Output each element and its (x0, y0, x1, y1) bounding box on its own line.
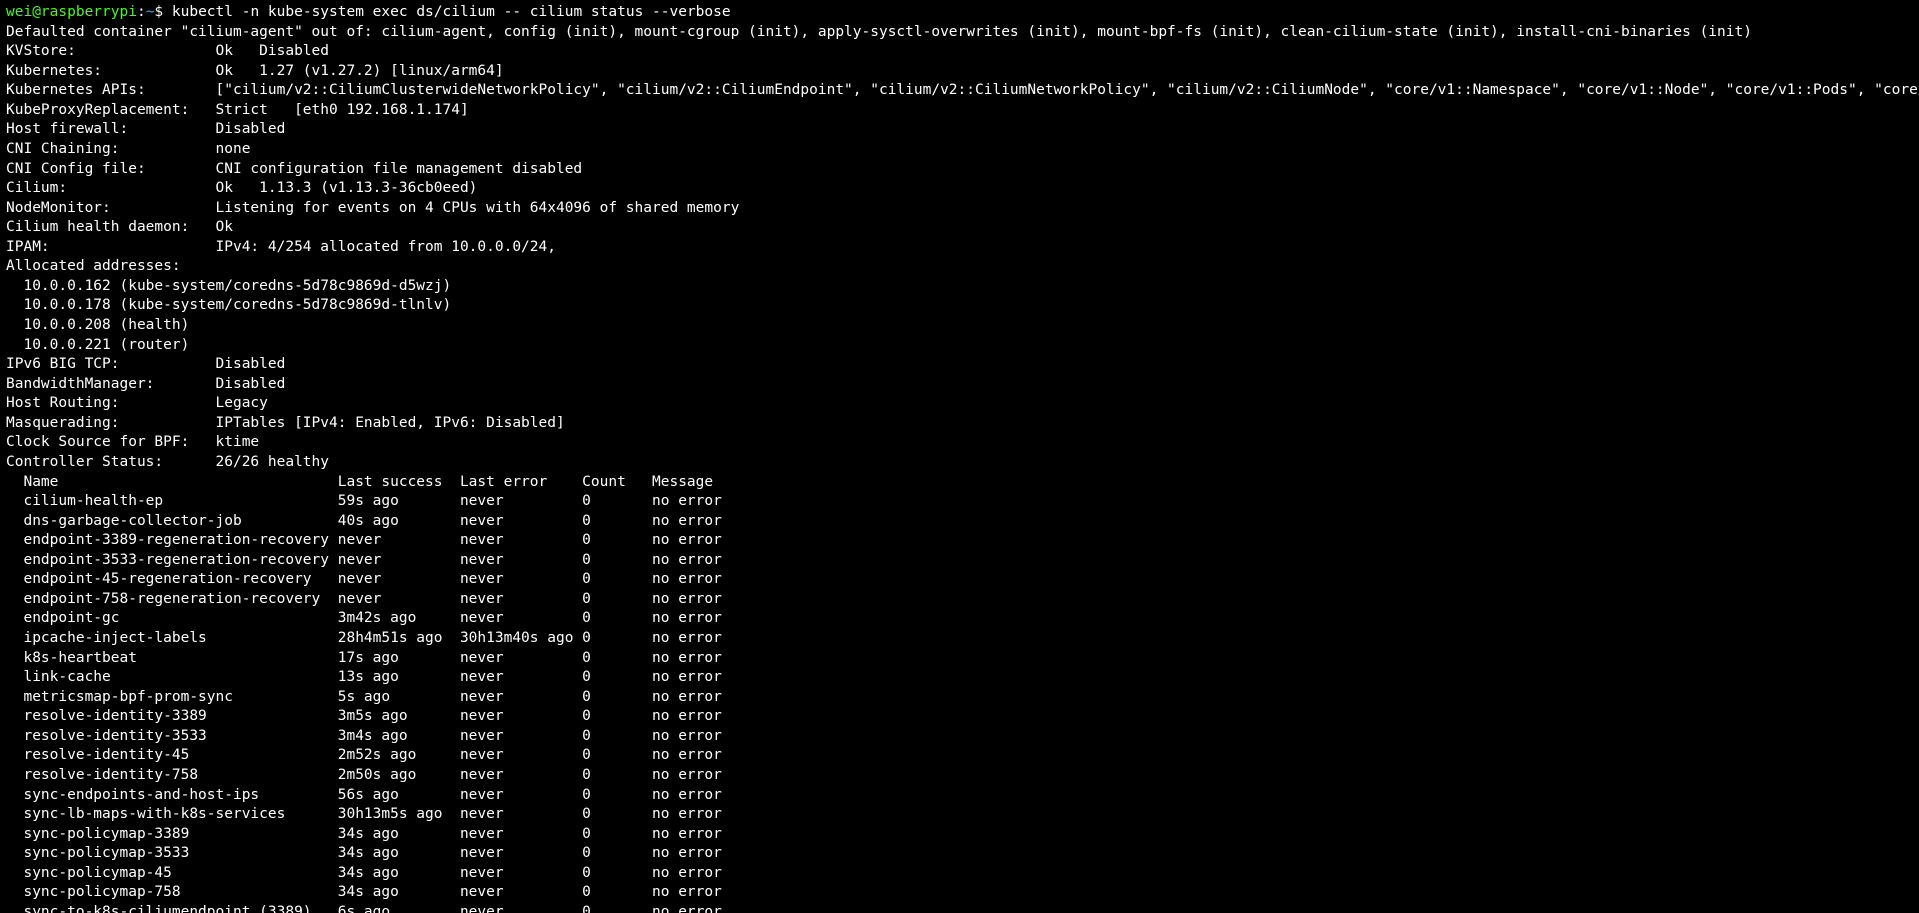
prompt-symbol: $ (154, 4, 163, 20)
status-line: KubeProxyReplacement: Strict [eth0 192.1… (6, 101, 1913, 121)
controller-row: resolve-identity-3533 3m4s ago never 0 n… (6, 727, 1913, 747)
status-line: Cilium health daemon: Ok (6, 218, 1913, 238)
status-line: Cilium: Ok 1.13.3 (v1.13.3-36cb0eed) (6, 179, 1913, 199)
controller-row: endpoint-gc 3m42s ago never 0 no error (6, 609, 1913, 629)
controller-row: endpoint-758-regeneration-recovery never… (6, 590, 1913, 610)
status-line: Masquerading: IPTables [IPv4: Enabled, I… (6, 414, 1913, 434)
controller-row: ipcache-inject-labels 28h4m51s ago 30h13… (6, 629, 1913, 649)
status-line: Clock Source for BPF: ktime (6, 433, 1913, 453)
status-line: 10.0.0.178 (kube-system/coredns-5d78c986… (6, 296, 1913, 316)
prompt-line: wei@raspberrypi:~$ kubectl -n kube-syste… (6, 3, 1913, 23)
controller-row: link-cache 13s ago never 0 no error (6, 668, 1913, 688)
status-line: CNI Config file: CNI configuration file … (6, 160, 1913, 180)
status-line: IPAM: IPv4: 4/254 allocated from 10.0.0.… (6, 238, 1913, 258)
controller-row: resolve-identity-758 2m50s ago never 0 n… (6, 766, 1913, 786)
controller-row: endpoint-45-regeneration-recovery never … (6, 570, 1913, 590)
status-line: NodeMonitor: Listening for events on 4 C… (6, 199, 1913, 219)
status-line: BandwidthManager: Disabled (6, 375, 1913, 395)
status-line: Kubernetes APIs: ["cilium/v2::CiliumClus… (6, 81, 1913, 101)
status-line: Kubernetes: Ok 1.27 (v1.27.2) [linux/arm… (6, 62, 1913, 82)
status-line: IPv6 BIG TCP: Disabled (6, 355, 1913, 375)
controller-header: Name Last success Last error Count Messa… (6, 473, 1913, 493)
status-line: Host firewall: Disabled (6, 120, 1913, 140)
command-text: kubectl -n kube-system exec ds/cilium --… (172, 4, 731, 20)
status-line: Controller Status: 26/26 healthy (6, 453, 1913, 473)
status-line: Host Routing: Legacy (6, 394, 1913, 414)
prompt-user: wei@raspberrypi (6, 4, 137, 20)
status-line: CNI Chaining: none (6, 140, 1913, 160)
controller-row: cilium-health-ep 59s ago never 0 no erro… (6, 492, 1913, 512)
controller-row: metricsmap-bpf-prom-sync 5s ago never 0 … (6, 688, 1913, 708)
terminal[interactable]: wei@raspberrypi:~$ kubectl -n kube-syste… (0, 0, 1919, 913)
controller-row: sync-policymap-3389 34s ago never 0 no e… (6, 825, 1913, 845)
controller-row: sync-policymap-45 34s ago never 0 no err… (6, 864, 1913, 884)
controller-row: resolve-identity-3389 3m5s ago never 0 n… (6, 707, 1913, 727)
status-line: 10.0.0.221 (router) (6, 336, 1913, 356)
controller-row: resolve-identity-45 2m52s ago never 0 no… (6, 746, 1913, 766)
controller-row: dns-garbage-collector-job 40s ago never … (6, 512, 1913, 532)
status-line: KVStore: Ok Disabled (6, 42, 1913, 62)
controller-row: k8s-heartbeat 17s ago never 0 no error (6, 649, 1913, 669)
controller-row: sync-policymap-758 34s ago never 0 no er… (6, 883, 1913, 903)
command-output: Defaulted container "cilium-agent" out o… (6, 23, 1913, 913)
prompt-sep: : (137, 4, 146, 20)
status-line: Allocated addresses: (6, 257, 1913, 277)
status-line: 10.0.0.208 (health) (6, 316, 1913, 336)
status-line: Defaulted container "cilium-agent" out o… (6, 23, 1913, 43)
controller-row: sync-endpoints-and-host-ips 56s ago neve… (6, 786, 1913, 806)
controller-row: sync-to-k8s-ciliumendpoint (3389) 6s ago… (6, 903, 1913, 913)
controller-row: sync-policymap-3533 34s ago never 0 no e… (6, 844, 1913, 864)
controller-row: endpoint-3533-regeneration-recovery neve… (6, 551, 1913, 571)
controller-row: sync-lb-maps-with-k8s-services 30h13m5s … (6, 805, 1913, 825)
status-line: 10.0.0.162 (kube-system/coredns-5d78c986… (6, 277, 1913, 297)
controller-row: endpoint-3389-regeneration-recovery neve… (6, 531, 1913, 551)
